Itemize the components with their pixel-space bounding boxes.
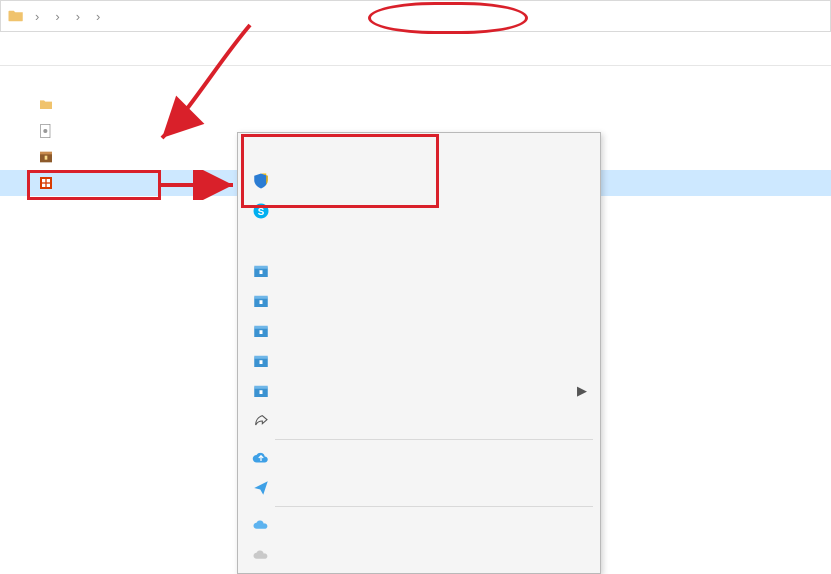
- archive-icon: [247, 292, 275, 310]
- menu-open-haozip[interactable]: [241, 346, 597, 376]
- archive-icon: [247, 352, 275, 370]
- config-file-icon: [38, 123, 60, 139]
- chevron-right-icon: ›: [72, 9, 84, 24]
- menu-skype-share[interactable]: S: [241, 196, 597, 226]
- list-item[interactable]: [0, 92, 831, 118]
- exe-icon: [38, 175, 60, 191]
- menu-upload-wps[interactable]: [241, 443, 597, 473]
- menu-auto-backup: [241, 540, 597, 570]
- archive-icon: [247, 262, 275, 280]
- menu-separator: [275, 439, 593, 440]
- skype-icon: S: [247, 202, 275, 220]
- send-icon: [247, 479, 275, 497]
- menu-separator: [275, 506, 593, 507]
- cloud-upload-icon: [247, 449, 275, 467]
- menu-share[interactable]: [241, 406, 597, 436]
- share-icon: [247, 413, 275, 429]
- breadcrumb[interactable]: › › › ›: [0, 0, 831, 32]
- column-headers: [0, 32, 831, 66]
- menu-open[interactable]: [241, 136, 597, 166]
- menu-run-as-admin[interactable]: [241, 166, 597, 196]
- svg-text:S: S: [258, 207, 265, 218]
- menu-add-send-qq[interactable]: [241, 316, 597, 346]
- archive-icon: [247, 382, 275, 400]
- archive-icon: [247, 322, 275, 340]
- cloud-icon: [247, 546, 275, 564]
- folder-icon: [38, 97, 60, 113]
- folder-icon: [7, 7, 25, 25]
- archive-icon: [38, 149, 60, 165]
- context-menu: S ▶: [237, 132, 601, 574]
- menu-add-setup-zip[interactable]: [241, 286, 597, 316]
- chevron-right-icon: ›: [31, 9, 43, 24]
- chevron-right-icon: ›: [51, 9, 63, 24]
- chevron-right-icon: ▶: [577, 383, 597, 399]
- menu-compat-troubleshoot[interactable]: [241, 226, 597, 256]
- menu-upload-baidu[interactable]: [241, 510, 597, 540]
- menu-add-archive[interactable]: [241, 256, 597, 286]
- menu-other-zip[interactable]: ▶: [241, 376, 597, 406]
- cloud-icon: [247, 516, 275, 534]
- shield-icon: [247, 172, 275, 190]
- chevron-right-icon: ›: [92, 9, 104, 24]
- menu-send-wps[interactable]: [241, 473, 597, 503]
